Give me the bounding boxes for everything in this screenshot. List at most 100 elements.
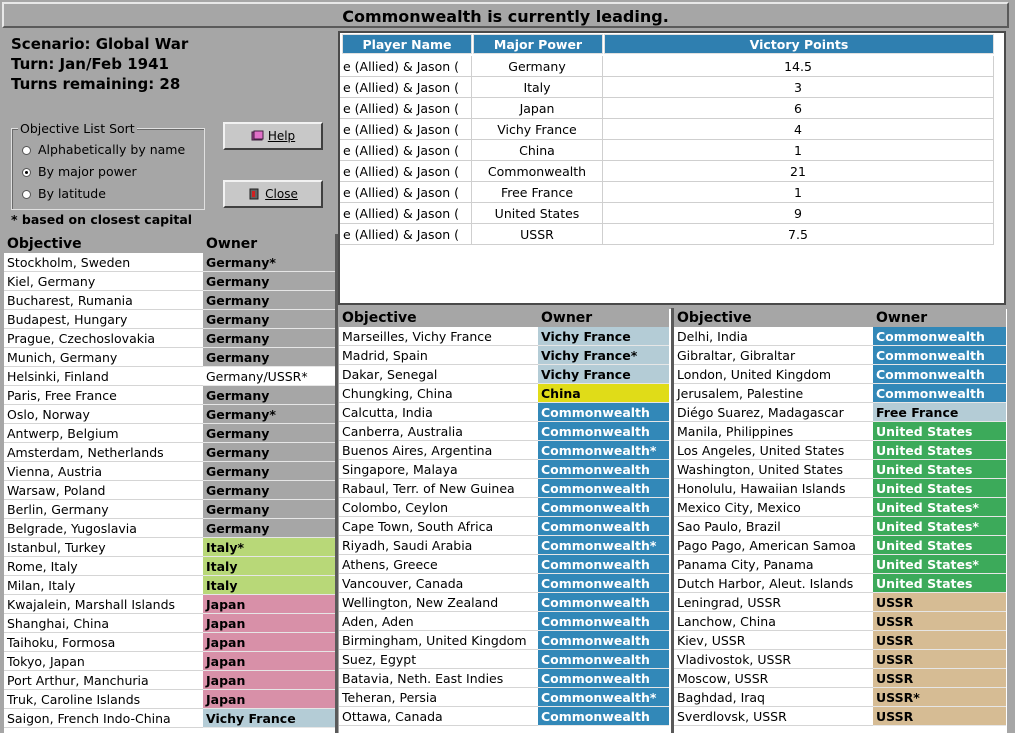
objective-row[interactable]: Madrid, Spain Vichy France* xyxy=(339,346,669,365)
objective-row[interactable]: Kwajalein, Marshall Islands Japan xyxy=(4,595,335,614)
owner-cell: Commonwealth xyxy=(538,422,669,441)
objective-row[interactable]: Pago Pago, American Samoa United States xyxy=(674,536,1006,555)
vp-row[interactable]: e (Allied) & Jason (United States 9 xyxy=(340,203,994,224)
objective-row[interactable]: Calcutta, India Commonwealth xyxy=(339,403,669,422)
objective-row[interactable]: Mexico City, Mexico United States* xyxy=(674,498,1006,517)
objective-row[interactable]: Aden, Aden Commonwealth xyxy=(339,612,669,631)
objective-row[interactable]: Wellington, New Zealand Commonwealth xyxy=(339,593,669,612)
objective-row[interactable]: Honolulu, Hawaiian Islands United States xyxy=(674,479,1006,498)
vp-row[interactable]: e (Allied) & Jason (Japan 6 xyxy=(340,98,994,119)
objective-row[interactable]: Marseilles, Vichy France Vichy France xyxy=(339,327,669,346)
objective-row[interactable]: Sverdlovsk, USSR USSR xyxy=(674,707,1006,726)
objective-row[interactable]: Teheran, Persia Commonwealth* xyxy=(339,688,669,707)
objective-row[interactable]: Milan, Italy Italy xyxy=(4,576,335,595)
objective-row[interactable]: Batavia, Neth. East Indies Commonwealth xyxy=(339,669,669,688)
objective-row[interactable]: Ottawa, Canada Commonwealth xyxy=(339,707,669,726)
owner-cell: Germany xyxy=(203,272,335,291)
sort-latitude-radio[interactable]: By latitude xyxy=(22,186,106,202)
objective-row[interactable]: Taihoku, Formosa Japan xyxy=(4,633,335,652)
objective-row[interactable]: Los Angeles, United States United States xyxy=(674,441,1006,460)
radio-icon xyxy=(22,189,31,199)
victory-points-header[interactable]: Victory Points xyxy=(604,34,994,54)
vp-row[interactable]: e (Allied) & Jason (Vichy France 4 xyxy=(340,119,994,140)
objective-row[interactable]: Colombo, Ceylon Commonwealth xyxy=(339,498,669,517)
player-name-header[interactable]: Player Name xyxy=(342,34,472,54)
objective-row[interactable]: Manila, Philippines United States xyxy=(674,422,1006,441)
objective-row[interactable]: Jerusalem, Palestine Commonwealth xyxy=(674,384,1006,403)
objective-row[interactable]: Panama City, Panama United States* xyxy=(674,555,1006,574)
vp-row[interactable]: e (Allied) & Jason (China 1 xyxy=(340,140,994,161)
objective-row[interactable]: Diégo Suarez, Madagascar Free France xyxy=(674,403,1006,422)
objective-column-header[interactable]: Objective xyxy=(4,235,203,253)
objective-row[interactable]: Truk, Caroline Islands Japan xyxy=(4,690,335,709)
help-button[interactable]: Help xyxy=(223,122,323,150)
objective-row[interactable]: Berlin, Germany Germany xyxy=(4,500,335,519)
owner-column-header[interactable]: Owner xyxy=(538,309,669,327)
objective-row[interactable]: Shanghai, China Japan xyxy=(4,614,335,633)
vp-major-power: China xyxy=(472,140,603,161)
objective-row[interactable]: Antwerp, Belgium Germany xyxy=(4,424,335,443)
owner-cell: United States xyxy=(873,479,1006,498)
objective-row[interactable]: Vladivostok, USSR USSR xyxy=(674,650,1006,669)
objective-row[interactable]: Vancouver, Canada Commonwealth xyxy=(339,574,669,593)
vp-row[interactable]: e (Allied) & Jason (Italy 3 xyxy=(340,77,994,98)
objective-row[interactable]: Moscow, USSR USSR xyxy=(674,669,1006,688)
turn-info: Turn: Jan/Feb 1941 xyxy=(11,55,169,73)
close-button[interactable]: Close xyxy=(223,180,323,208)
sort-alphabetical-radio[interactable]: Alphabetically by name xyxy=(22,142,185,158)
objective-row[interactable]: Washington, United States United States xyxy=(674,460,1006,479)
objective-row[interactable]: Bucharest, Rumania Germany xyxy=(4,291,335,310)
objective-row[interactable]: Paris, Free France Germany xyxy=(4,386,335,405)
objective-row[interactable]: Rome, Italy Italy xyxy=(4,557,335,576)
objective-row[interactable]: Delhi, India Commonwealth xyxy=(674,327,1006,346)
objective-row[interactable]: Prague, Czechoslovakia Germany xyxy=(4,329,335,348)
objective-row[interactable]: London, United Kingdom Commonwealth xyxy=(674,365,1006,384)
objective-row[interactable]: Baghdad, Iraq USSR* xyxy=(674,688,1006,707)
objective-row[interactable]: Helsinki, Finland Germany/USSR* xyxy=(4,367,335,386)
owner-name: Germany xyxy=(206,312,270,327)
objective-row[interactable]: Chungking, China China xyxy=(339,384,669,403)
objective-column-header[interactable]: Objective xyxy=(339,309,538,327)
objective-row[interactable]: Belgrade, Yugoslavia Germany xyxy=(4,519,335,538)
objective-row[interactable]: Stockholm, Sweden Germany* xyxy=(4,253,335,272)
owner-name: United States xyxy=(876,519,973,534)
objective-row[interactable]: Athens, Greece Commonwealth xyxy=(339,555,669,574)
objective-row[interactable]: Cape Town, South Africa Commonwealth xyxy=(339,517,669,536)
objective-column-header[interactable]: Objective xyxy=(674,309,873,327)
objective-row[interactable]: Canberra, Australia Commonwealth xyxy=(339,422,669,441)
vp-row[interactable]: e (Allied) & Jason (Commonwealth 21 xyxy=(340,161,994,182)
objective-row[interactable]: Riyadh, Saudi Arabia Commonwealth* xyxy=(339,536,669,555)
objective-row[interactable]: Dakar, Senegal Vichy France xyxy=(339,365,669,384)
objective-row[interactable]: Suez, Egypt Commonwealth xyxy=(339,650,669,669)
vp-row[interactable]: e (Allied) & Jason (Free France 1 xyxy=(340,182,994,203)
objective-row[interactable]: Warsaw, Poland Germany xyxy=(4,481,335,500)
objective-row[interactable]: Leningrad, USSR USSR xyxy=(674,593,1006,612)
objective-row[interactable]: Singapore, Malaya Commonwealth xyxy=(339,460,669,479)
objective-row[interactable]: Saigon, French Indo-China Vichy France xyxy=(4,709,335,728)
objective-row[interactable]: Istanbul, Turkey Italy* xyxy=(4,538,335,557)
objective-row[interactable]: Buenos Aires, Argentina Commonwealth* xyxy=(339,441,669,460)
objective-row[interactable]: Munich, Germany Germany xyxy=(4,348,335,367)
objective-row[interactable]: Birmingham, United Kingdom Commonwealth xyxy=(339,631,669,650)
sort-major-power-radio[interactable]: By major power xyxy=(22,164,137,180)
objective-row[interactable]: Lanchow, China USSR xyxy=(674,612,1006,631)
vp-row[interactable]: e (Allied) & Jason (Germany 14.5 xyxy=(340,56,994,77)
objective-row[interactable]: Oslo, Norway Germany* xyxy=(4,405,335,424)
owner-column-header[interactable]: Owner xyxy=(873,309,1006,327)
objective-row[interactable]: Kiel, Germany Germany xyxy=(4,272,335,291)
objective-row[interactable]: Dutch Harbor, Aleut. Islands United State… xyxy=(674,574,1006,593)
objective-row[interactable]: Budapest, Hungary Germany xyxy=(4,310,335,329)
major-power-header[interactable]: Major Power xyxy=(473,34,603,54)
objective-row[interactable]: Gibraltar, Gibraltar Commonwealth xyxy=(674,346,1006,365)
objective-row[interactable]: Rabaul, Terr. of New Guinea Commonwealth xyxy=(339,479,669,498)
book-icon xyxy=(251,130,264,141)
owner-cell: United States xyxy=(873,422,1006,441)
objective-row[interactable]: Amsterdam, Netherlands Germany xyxy=(4,443,335,462)
owner-column-header[interactable]: Owner xyxy=(203,235,335,253)
vp-row[interactable]: e (Allied) & Jason (USSR 7.5 xyxy=(340,224,994,245)
objective-row[interactable]: Tokyo, Japan Japan xyxy=(4,652,335,671)
objective-row[interactable]: Port Arthur, Manchuria Japan xyxy=(4,671,335,690)
objective-row[interactable]: Kiev, USSR USSR xyxy=(674,631,1006,650)
objective-row[interactable]: Vienna, Austria Germany xyxy=(4,462,335,481)
objective-row[interactable]: Sao Paulo, Brazil United States* xyxy=(674,517,1006,536)
